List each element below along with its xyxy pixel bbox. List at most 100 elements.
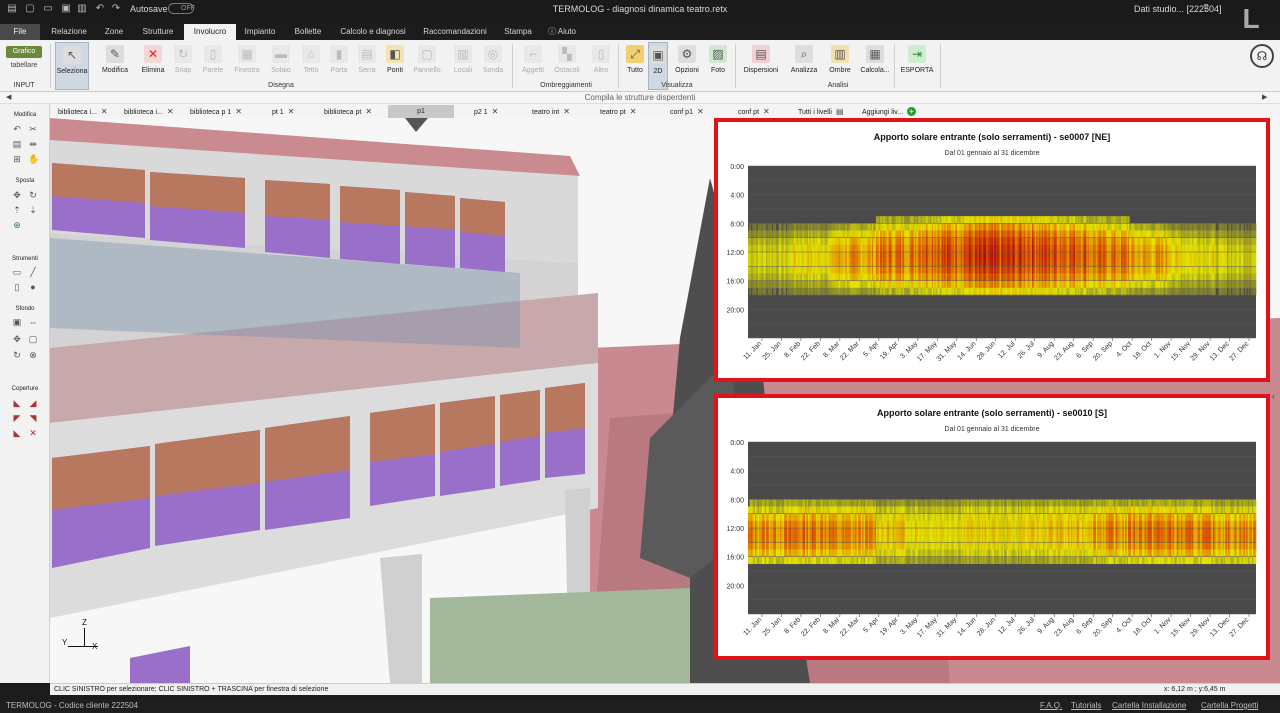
level-tab[interactable]: conf pt ✕: [738, 105, 770, 118]
x-tick-label: 15. Nov: [1170, 340, 1192, 362]
menu-zone[interactable]: Zone: [96, 24, 132, 40]
heatmap-panel-s[interactable]: Apporto solare entrante (solo serramenti…: [714, 394, 1270, 660]
menu-stampa[interactable]: Stampa: [498, 24, 538, 40]
menu-impianto[interactable]: Impianto: [238, 24, 282, 40]
add-level-tab[interactable]: Aggiungi liv... +: [862, 105, 916, 118]
background-scale-icon[interactable]: ⇔: [28, 317, 38, 327]
y-tick-label: 8:00: [730, 221, 744, 228]
autosave-toggle[interactable]: OFF: [168, 3, 195, 14]
x-tick-label: 20. Sep: [1092, 340, 1114, 362]
level-tab[interactable]: biblioteca pt ✕: [324, 105, 372, 118]
left-toolbar: Modifica ↶ ✂ ▤ ⇹ ⊞ ✋ Sposta ✥ ↻ ⇡ ⇣ ⊕ St…: [0, 104, 50, 683]
roof-slope-tool-icon[interactable]: ◣: [12, 398, 22, 408]
rotate-tool-icon[interactable]: ↻: [28, 190, 38, 200]
move-up-tool-icon[interactable]: ⇡: [12, 205, 22, 215]
x-tick-label: 11. Jan: [743, 340, 764, 361]
snap-icon: ↻: [174, 45, 192, 63]
level-tab-active[interactable]: p1: [388, 105, 454, 118]
level-tab[interactable]: biblioteca i... ✕: [58, 105, 108, 118]
heatmap-cell: [1247, 223, 1250, 231]
measure-tool-icon[interactable]: ▭: [12, 267, 22, 277]
level-tab-all[interactable]: Tutti i livelli ▤: [798, 105, 844, 118]
heatmap-cell: [784, 287, 786, 296]
axis-gizmo-icon: Z Y X: [60, 618, 100, 658]
level-tab[interactable]: pt 1 ✕: [272, 105, 294, 118]
heatmap-panel-ne[interactable]: Apporto solare entrante (solo serramenti…: [714, 118, 1270, 382]
close-icon[interactable]: ✕: [288, 107, 295, 116]
close-icon[interactable]: ✕: [763, 107, 770, 116]
redo-icon[interactable]: ↷: [110, 3, 122, 15]
cut-tool-icon[interactable]: ✂: [28, 124, 38, 134]
background-rotate-icon[interactable]: ↻: [12, 350, 22, 360]
line-tool-icon[interactable]: ╱: [28, 267, 38, 277]
close-icon[interactable]: ✕: [167, 107, 174, 116]
save-icon[interactable]: ▣: [60, 3, 72, 15]
x-tick-label: 13. Dec: [1209, 340, 1231, 362]
roof-edge-tool-icon[interactable]: ◣: [12, 428, 22, 438]
app-icon[interactable]: ▤: [6, 3, 18, 15]
roof-ridge-tool-icon[interactable]: ◢: [28, 398, 38, 408]
background-delete-icon[interactable]: ⊗: [28, 350, 38, 360]
y-tick-label: 16:00: [726, 279, 744, 286]
level-tab[interactable]: conf p1 ✕: [670, 105, 704, 118]
overhang-icon: ⌐: [524, 45, 542, 63]
grafico-button[interactable]: Grafico: [6, 46, 42, 58]
comment-tool-icon[interactable]: ●: [28, 282, 38, 292]
help-circle-icon[interactable]: ?: [1200, 3, 1212, 15]
roof-hip-tool-icon[interactable]: ◤: [12, 413, 22, 423]
undo-icon[interactable]: ↶: [94, 3, 106, 15]
close-icon[interactable]: ✕: [697, 107, 704, 116]
move-tool-icon[interactable]: ✥: [12, 190, 22, 200]
heatmap-cell: [1254, 237, 1257, 246]
heatmap-chart-s[interactable]: 0:004:008:0012:0016:0020:0011. Jan25. Ja…: [718, 398, 1266, 656]
note-tool-icon[interactable]: ▯: [12, 282, 22, 292]
level-tab[interactable]: biblioteca p 1 ✕: [190, 105, 242, 118]
menu-involucro[interactable]: Involucro: [184, 24, 236, 40]
menu-calcolo-diagnosi[interactable]: Calcolo e diagnosi: [334, 24, 412, 40]
hand-tool-icon[interactable]: ✋: [28, 154, 39, 164]
close-icon[interactable]: ✕: [235, 107, 242, 116]
level-tab-label: teatro pt: [600, 109, 626, 116]
background-image-icon[interactable]: ▣: [12, 317, 22, 327]
group-analisi-label: Analisi: [827, 82, 849, 89]
close-icon[interactable]: ✕: [365, 107, 372, 116]
save-as-icon[interactable]: ▥: [76, 3, 88, 15]
support-headset-icon[interactable]: ☊: [1250, 44, 1274, 68]
new-file-icon[interactable]: ▢: [24, 3, 36, 15]
align-tool-icon[interactable]: ⊞: [12, 154, 22, 164]
level-tab[interactable]: p2 1 ✕: [474, 105, 498, 118]
delete-icon: ✕: [144, 45, 162, 63]
roof-valley-tool-icon[interactable]: ◥: [28, 413, 38, 423]
undo-tool-icon[interactable]: ↶: [12, 124, 22, 134]
tabellare-button[interactable]: tabellare: [6, 60, 42, 72]
dispersioni-label: Dispersioni: [743, 67, 779, 74]
roof-delete-tool-icon[interactable]: ✕: [28, 428, 38, 438]
menu-raccomandazioni[interactable]: Raccomandazioni: [416, 24, 494, 40]
level-tab[interactable]: teatro pt ✕: [600, 105, 636, 118]
heatmap-cell: [1242, 287, 1244, 296]
heatmap-chart-ne[interactable]: 0:004:008:0012:0016:0020:0011. Jan25. Ja…: [718, 122, 1266, 378]
level-tab[interactable]: teatro int ✕: [532, 105, 570, 118]
background-move-icon[interactable]: ✥: [12, 334, 22, 344]
close-icon[interactable]: ✕: [101, 107, 108, 116]
menu-strutture[interactable]: Strutture: [136, 24, 180, 40]
wall-icon: ▯: [204, 45, 222, 63]
close-icon[interactable]: ✕: [563, 107, 570, 116]
menu-bollette[interactable]: Bollette: [286, 24, 330, 40]
level-tab-label: biblioteca i...: [58, 109, 97, 116]
close-icon[interactable]: ✕: [492, 107, 499, 116]
level-tab[interactable]: biblioteca i... ✕: [124, 105, 174, 118]
paste-tool-icon[interactable]: ▤: [12, 139, 22, 149]
hint-bar: ◀ Compila le strutture disperdenti ▶: [0, 92, 1280, 104]
mirror-tool-icon[interactable]: ⇹: [28, 139, 38, 149]
move-down-tool-icon[interactable]: ⇣: [28, 205, 38, 215]
menu-aiuto[interactable]: ⓘ Aiuto: [542, 24, 582, 40]
scroll-right-icon[interactable]: ▶: [1262, 93, 1267, 101]
close-icon[interactable]: ✕: [630, 107, 637, 116]
compass-tool-icon[interactable]: ⊕: [12, 220, 22, 230]
menu-relazione[interactable]: Relazione: [44, 24, 94, 40]
menu-file[interactable]: File: [0, 24, 40, 40]
open-folder-icon[interactable]: ▭: [42, 3, 54, 15]
x-tick-label: 23. Aug: [1053, 340, 1075, 362]
background-copy-icon[interactable]: ▢: [28, 334, 38, 344]
